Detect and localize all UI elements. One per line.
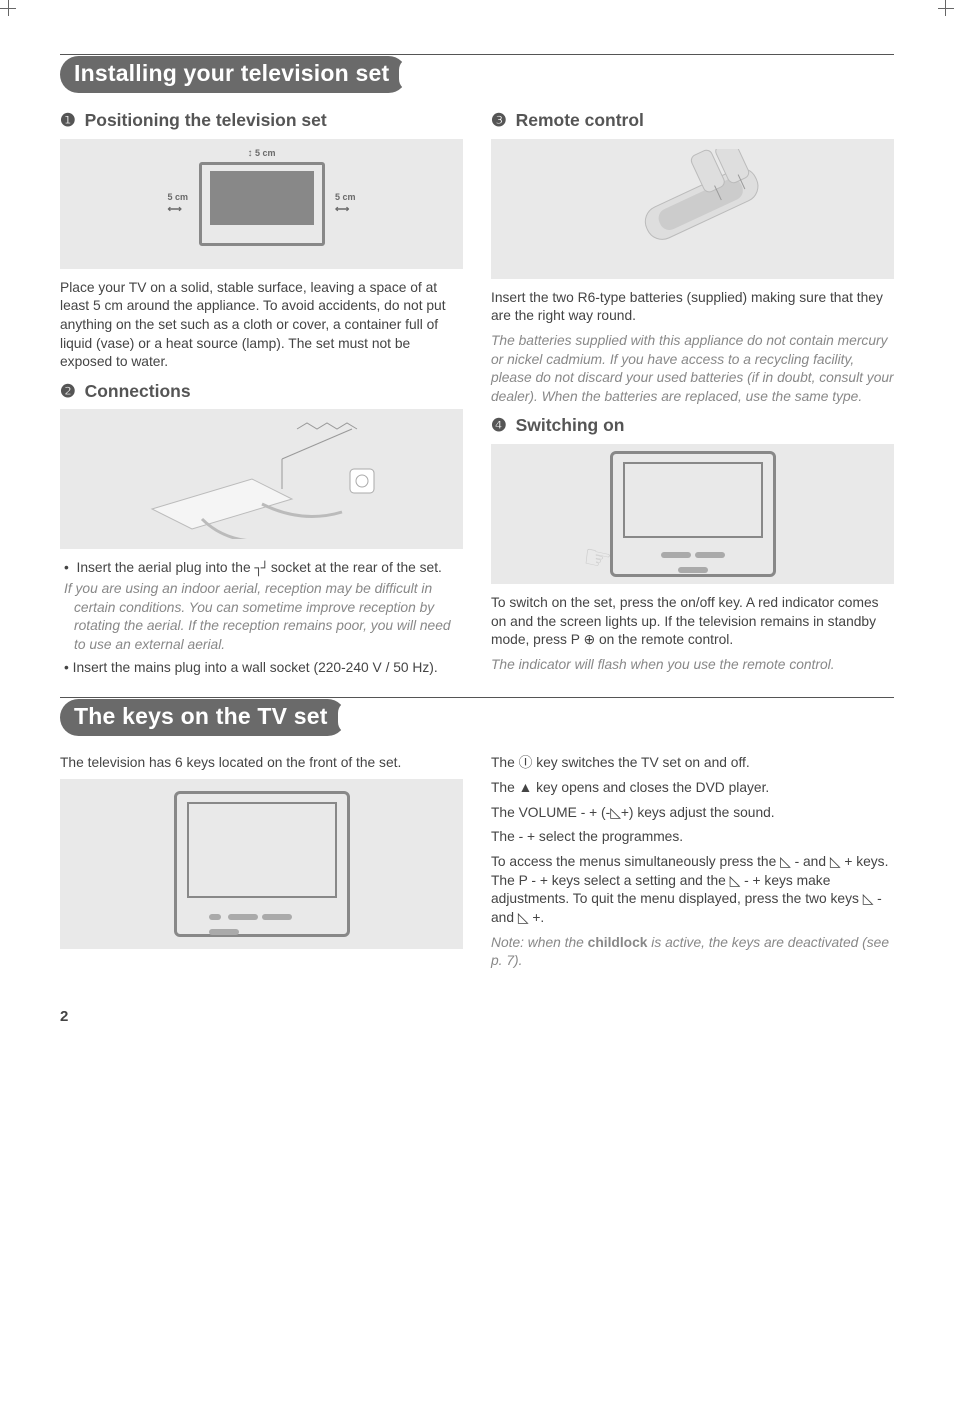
remote-italic-text: The batteries supplied with this applian… — [491, 332, 894, 407]
subhead-switching: ❹ Switching on — [491, 414, 894, 438]
connections-bullet-2: Insert the mains plug into a wall socket… — [74, 659, 463, 678]
crop-mark — [8, 0, 9, 16]
step-number-4: ❹ — [491, 414, 507, 438]
plus-circle-icon: ⊕ — [584, 631, 596, 650]
volume-triangle-icon: ◺ — [610, 804, 621, 823]
crop-mark — [938, 8, 954, 9]
illustration-remote — [491, 139, 894, 279]
keys-line-4: The - + select the programmes. — [491, 828, 894, 847]
childlock-bold: childlock — [588, 935, 648, 950]
illustration-connections — [60, 409, 463, 549]
keys-line-2: The ▲ key opens and closes the DVD playe… — [491, 779, 894, 798]
illustration-tv-front — [60, 779, 463, 949]
keys-line-3: The VOLUME - + (-◺+) keys adjust the sou… — [491, 804, 894, 823]
vol-triangle-icon: ◺ — [730, 872, 741, 891]
t: +) keys adjust the sound. — [621, 805, 775, 820]
crop-mark — [945, 0, 946, 16]
subhead-positioning: ❶ Positioning the television set — [60, 109, 463, 133]
vol-triangle-icon: ◺ — [518, 909, 529, 928]
subhead-switching-text: Switching on — [516, 415, 625, 435]
t: key switches the TV set on and off. — [532, 755, 749, 770]
switching-body: To switch on the set, press the on/off k… — [491, 594, 894, 650]
connections-bullet-1: Insert the aerial plug into the ┐┘ socke… — [74, 559, 463, 654]
step-number-1: ❶ — [60, 109, 76, 133]
positioning-body-text: Place your TV on a solid, stable surface… — [60, 279, 463, 372]
subhead-remote: ❸ Remote control — [491, 109, 894, 133]
dimension-left: 5 cm — [168, 192, 189, 202]
step-number-2: ❷ — [60, 380, 76, 404]
subhead-positioning-text: Positioning the television set — [85, 110, 327, 130]
illustration-switching: ☞ — [491, 444, 894, 584]
t: +. — [528, 910, 544, 925]
t: To access the menus simultaneously press… — [491, 854, 780, 869]
vol-triangle-icon: ◺ — [780, 853, 791, 872]
connections-bullet-1b: socket at the rear of the set. — [267, 560, 442, 575]
t: The VOLUME - + (- — [491, 805, 610, 820]
subhead-connections-text: Connections — [85, 381, 191, 401]
switching-body-b: on the remote control. — [595, 632, 733, 647]
t: Note: when the — [491, 935, 588, 950]
keys-line-5: To access the menus simultaneously press… — [491, 853, 894, 928]
illustration-positioning: ↕ 5 cm 5 cm⟷ 5 cm⟷ — [60, 139, 463, 269]
remote-body-text: Insert the two R6-type batteries (suppli… — [491, 289, 894, 326]
switching-italic-text: The indicator will flash when you use th… — [491, 656, 894, 675]
page-number: 2 — [60, 1007, 894, 1027]
power-icon: Ⓘ — [519, 754, 533, 773]
connections-italic-note: If you are using an indoor aerial, recep… — [74, 580, 463, 655]
section-title-installing: Installing your television set — [60, 56, 407, 93]
t: - and — [791, 854, 830, 869]
connections-list: Insert the aerial plug into the ┐┘ socke… — [60, 559, 463, 677]
vol-triangle-icon: ◺ — [863, 890, 874, 909]
t: The — [491, 780, 519, 795]
section-title-keys: The keys on the TV set — [60, 699, 346, 736]
step-number-3: ❸ — [491, 109, 507, 133]
section-divider-2 — [60, 697, 894, 698]
keys-line-1: The Ⓘ key switches the TV set on and off… — [491, 754, 894, 773]
dimension-top: 5 cm — [255, 148, 276, 158]
vol-triangle-icon: ◺ — [830, 853, 841, 872]
t: key opens and closes the DVD player. — [532, 780, 769, 795]
keys-intro-text: The television has 6 keys located on the… — [60, 754, 463, 773]
section-divider — [60, 54, 894, 55]
section-title-keys-text: The keys on the TV set — [74, 703, 328, 729]
eject-icon: ▲ — [519, 779, 533, 798]
hand-icon: ☞ — [578, 534, 615, 582]
connections-bullet-1a: Insert the aerial plug into the — [77, 560, 255, 575]
keys-note: Note: when the childlock is active, the … — [491, 934, 894, 971]
section-title-text: Installing your television set — [74, 60, 389, 86]
connections-svg — [132, 419, 392, 539]
dimension-right: 5 cm — [335, 192, 356, 202]
antenna-socket-icon: ┐┘ — [254, 562, 267, 577]
t: The — [491, 755, 519, 770]
remote-svg — [593, 149, 793, 269]
subhead-connections: ❷ Connections — [60, 380, 463, 404]
subhead-remote-text: Remote control — [516, 110, 644, 130]
